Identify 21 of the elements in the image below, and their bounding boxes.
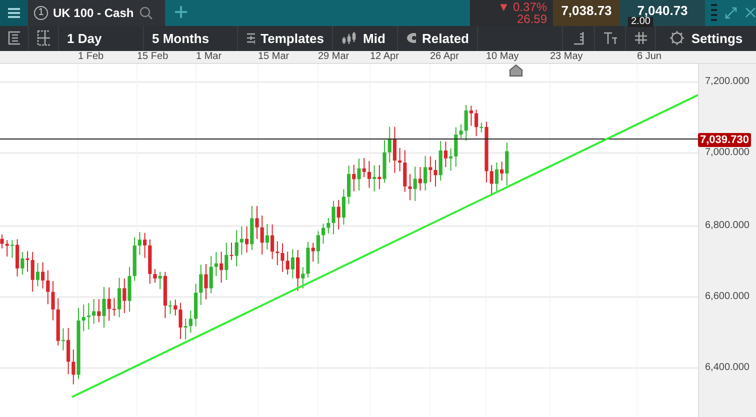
- date-label: 1 Feb: [78, 51, 104, 64]
- spread-tooltip: 2.00: [628, 17, 654, 27]
- date-label: 6 Jun: [637, 51, 662, 64]
- date-label: 15 Mar: [258, 51, 290, 64]
- change-points: 26.59: [516, 12, 547, 25]
- price-label: 6,400.000: [705, 362, 750, 373]
- date-label: 26 Apr: [430, 51, 459, 64]
- date-label: 1 Mar: [196, 51, 222, 64]
- price-label: 7,200.000: [705, 76, 750, 87]
- price-label: 7,000.000: [705, 147, 750, 158]
- date-label: 23 May: [550, 51, 583, 64]
- date-label: 15 Feb: [137, 51, 168, 64]
- date-label: 12 Apr: [370, 51, 399, 64]
- price-label: 6,600.000: [705, 291, 750, 302]
- current-price-marker: 7,039.730: [698, 133, 751, 147]
- tab-number: 1: [34, 6, 48, 20]
- date-label: 10 May: [486, 51, 519, 64]
- instrument-name: UK 100 - Cash: [53, 6, 134, 20]
- price-label: 6,800.000: [705, 220, 750, 231]
- date-label: 29 Mar: [318, 51, 350, 64]
- change-percent: ▼ 0.37%: [498, 0, 547, 13]
